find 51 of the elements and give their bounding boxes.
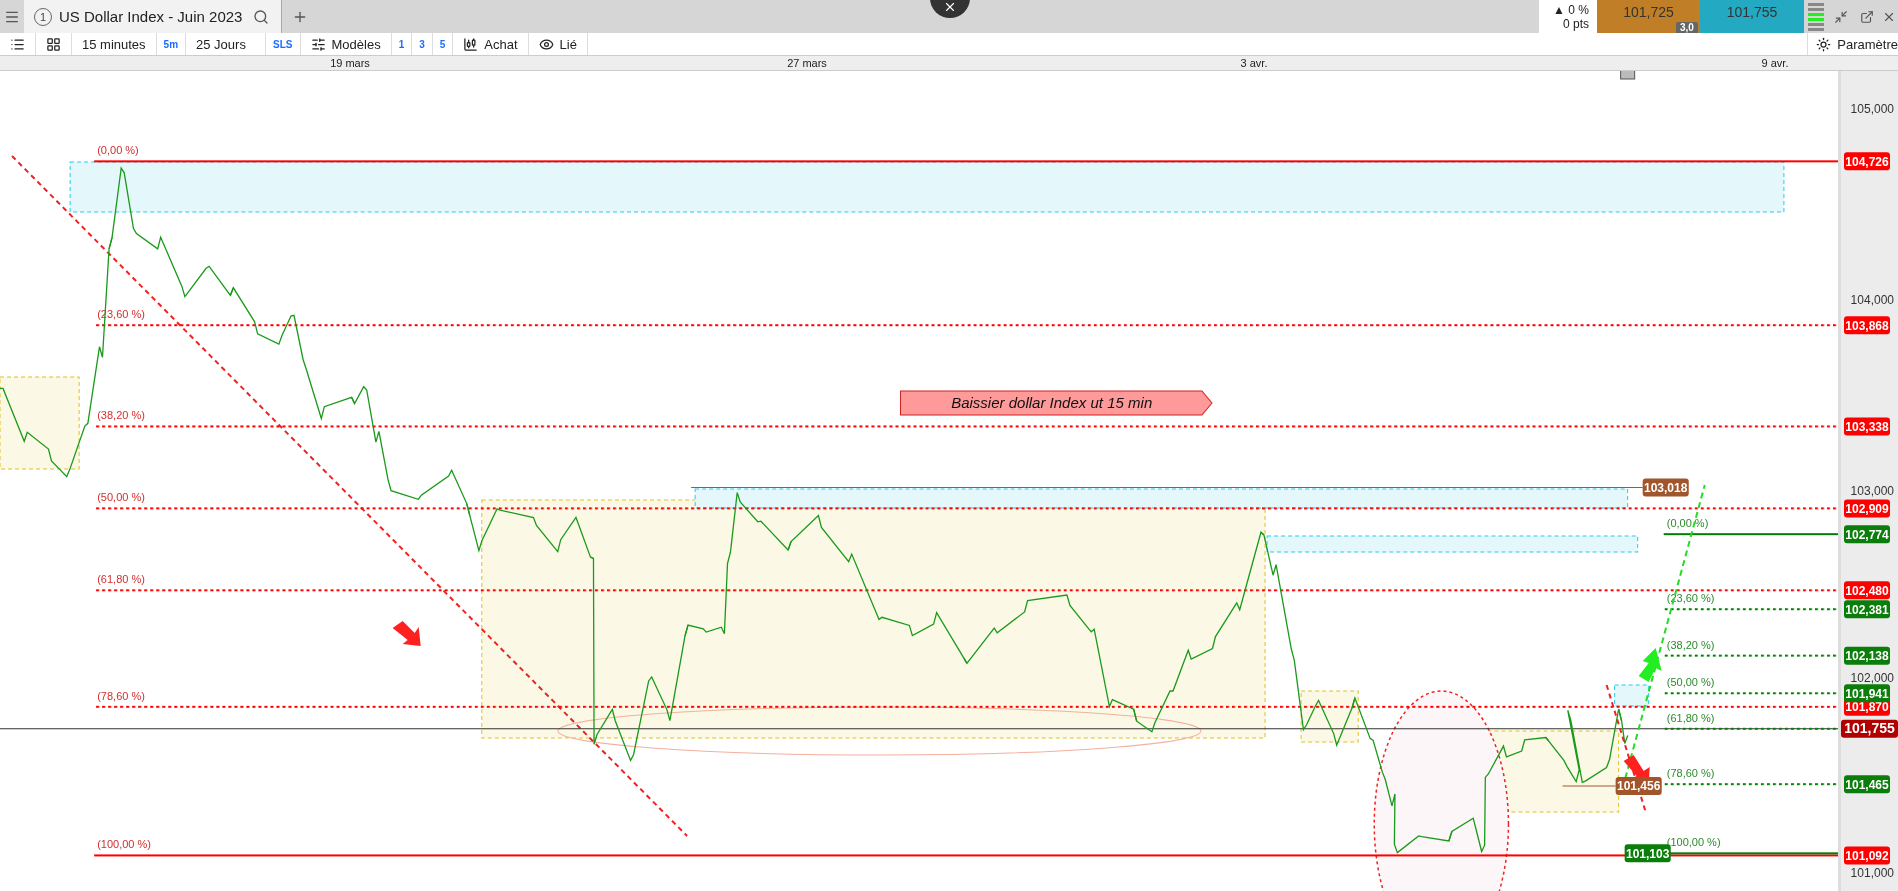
price-tag: 102,774	[1844, 525, 1890, 544]
change-percent: ▲ 0 %	[1553, 2, 1589, 17]
marker-line	[1562, 785, 1617, 787]
price-tick: 102,000	[1850, 671, 1894, 685]
fibonacci-level-label: (78,60 %)	[1666, 767, 1715, 780]
price-tag: 103,868	[1844, 316, 1890, 335]
fibonacci-level-label: (50,00 %)	[1666, 676, 1715, 689]
price-tag: 102,480	[1844, 581, 1890, 600]
price-tag: 103,338	[1844, 417, 1890, 436]
price-tag: 102,381	[1844, 600, 1890, 619]
price-tag: 101,092	[1844, 846, 1890, 865]
chart-tab[interactable]: 1 US Dollar Index - Juin 2023	[24, 0, 283, 33]
fibonacci-level-label: (38,20 %)	[97, 409, 145, 422]
settings-button[interactable]: Paramètre	[1807, 33, 1898, 55]
price-zone	[1614, 684, 1650, 707]
price-tag: 103,018	[1642, 478, 1689, 497]
fibonacci-level-label: (0,00 %)	[1666, 517, 1709, 530]
price-tag: 102,909	[1844, 499, 1890, 518]
fibonacci-level-label: (38,20 %)	[1666, 638, 1715, 651]
annotation-banner: Baissier dollar Index ut 15 min	[899, 390, 1213, 416]
fibonacci-level-label: (0,00 %)	[97, 144, 139, 157]
date-label: 3 avr.	[1240, 56, 1268, 70]
fibonacci-level-label: (50,00 %)	[97, 491, 145, 504]
fibonacci-level-label: (61,80 %)	[1666, 711, 1715, 724]
up-arrow-icon	[1638, 648, 1662, 682]
down-arrow-icon	[392, 621, 421, 646]
eye-icon	[538, 36, 554, 52]
date-label: 27 mars	[787, 56, 827, 70]
price-tick: 104,000	[1850, 293, 1894, 307]
price-tag: 101,465	[1844, 775, 1890, 794]
tab-title: US Dollar Index - Juin 2023	[59, 8, 243, 25]
settings-icon	[1816, 36, 1832, 52]
fibonacci-level-label: (78,60 %)	[97, 689, 145, 702]
spread-badge: 3,0	[1676, 22, 1698, 33]
fibonacci-level-label: (61,80 %)	[97, 573, 145, 586]
date-label: 19 mars	[330, 56, 370, 70]
sliders-icon	[310, 36, 326, 52]
price-tick: 101,000	[1850, 866, 1894, 880]
price-tick: 103,000	[1850, 484, 1894, 498]
price-tag: 101,941	[1844, 684, 1890, 703]
price-tag: 101,456	[1615, 776, 1662, 795]
change-points: 0 pts	[1563, 16, 1589, 31]
candlestick-icon	[463, 36, 479, 52]
price-tag: 104,726	[1844, 152, 1890, 171]
date-label: 9 avr.	[1761, 56, 1789, 70]
fibonacci-level-label: (23,60 %)	[1666, 592, 1715, 605]
fibonacci-level-label: (100,00 %)	[97, 838, 151, 851]
price-tag: 101,755	[1841, 719, 1898, 738]
price-tick: 105,000	[1850, 102, 1894, 116]
price-tag: 102,138	[1844, 646, 1890, 665]
price-tag: 101,103	[1624, 844, 1671, 863]
